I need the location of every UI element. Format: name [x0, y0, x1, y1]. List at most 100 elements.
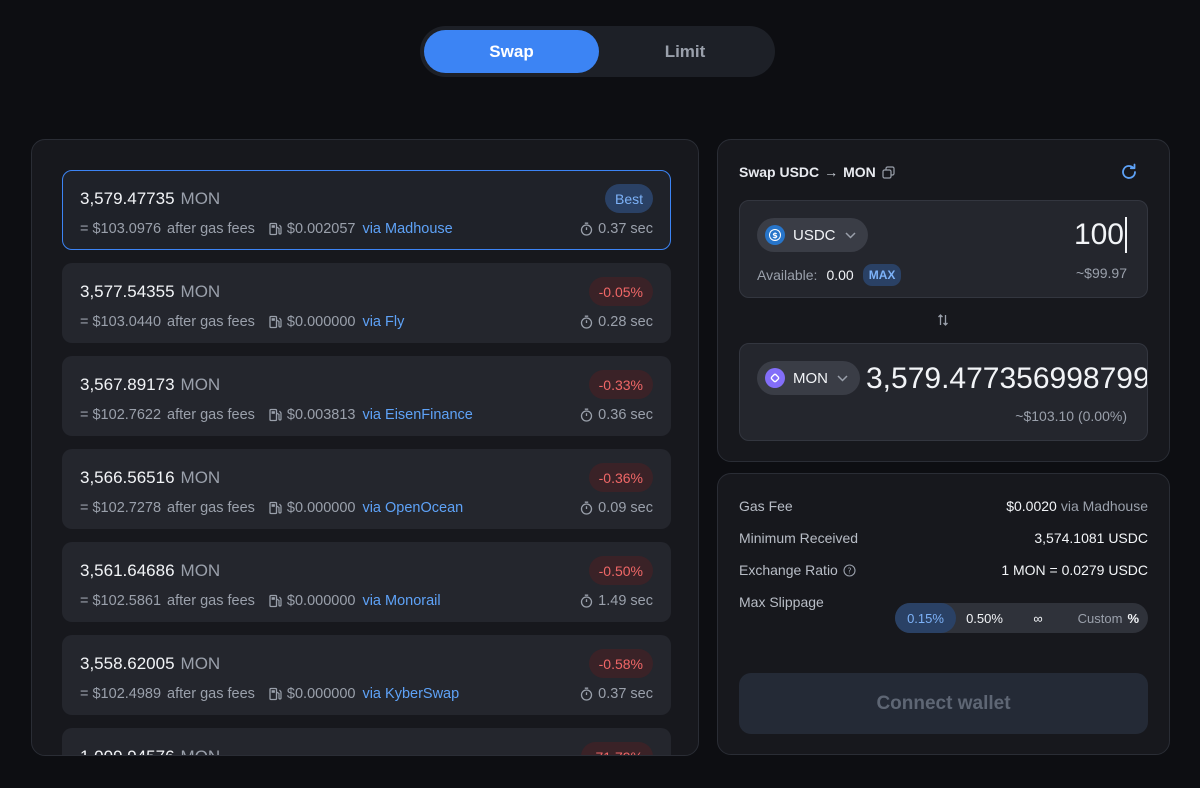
route-time: 0.36 sec — [580, 407, 653, 423]
route-badge: -71.79% — [580, 742, 653, 755]
slippage-option-0-50[interactable]: 0.50% — [956, 603, 1013, 633]
usdc-icon: $ — [765, 225, 785, 245]
route-gas-cost: $0.002057 — [269, 221, 355, 237]
route-badge: -0.05% — [588, 277, 653, 306]
min-received-label: Minimum Received — [739, 530, 859, 546]
mon-icon — [765, 368, 785, 388]
to-amount-output: 3,579.477356998799 — [866, 362, 1147, 395]
swap-title-to: MON — [843, 164, 876, 180]
slippage-option-0-15[interactable]: 0.15% — [895, 603, 956, 633]
svg-text:$: $ — [772, 231, 778, 240]
max-slippage-label: Max Slippage — [739, 594, 824, 610]
route-amount: 3,566.56516 MON — [80, 468, 221, 487]
connect-wallet-button[interactable]: Connect wallet — [739, 673, 1148, 734]
help-icon[interactable]: ? — [843, 563, 856, 577]
swap-details-panel: Gas Fee $0.0020 via Madhouse Minimum Rece… — [717, 473, 1170, 755]
route-meta: = $103.0976 after gas fees $0.002057 via… — [80, 221, 453, 237]
route-amount: 3,567.89173 MON — [80, 375, 221, 394]
to-usd-estimate: ~$103.10 (0.00%) — [1015, 408, 1127, 424]
route-provider-link[interactable]: via Fly — [362, 314, 404, 330]
route-usd-value: = $103.0976 — [80, 221, 162, 237]
route-amount: 3,558.62005 MON — [80, 654, 221, 673]
gas-fee-value: $0.0020 — [1006, 498, 1057, 514]
available-label: Available: — [757, 267, 818, 283]
route-badge: Best — [604, 184, 653, 213]
route-badge: -0.33% — [588, 370, 653, 399]
route-time: 0.28 sec — [580, 314, 653, 330]
gas-fee-row: Gas Fee $0.0020 via Madhouse — [739, 496, 1148, 516]
gas-fee-value-group: $0.0020 via Madhouse — [1006, 498, 1148, 514]
price-impact: (0.00%) — [1077, 408, 1127, 424]
stopwatch-icon — [581, 222, 593, 236]
slippage-percent-symbol: % — [1127, 610, 1139, 626]
gas-fee-label: Gas Fee — [739, 498, 793, 514]
route-after-gas-label: after gas fees — [167, 314, 255, 330]
route-provider-link[interactable]: via OpenOcean — [362, 500, 463, 516]
from-token-selector[interactable]: $ USDC — [757, 218, 868, 252]
to-token-box: MON 3,579.477356998799 ~$103.10 (0.00%) — [739, 343, 1148, 441]
route-gas-cost: $0.000000 — [269, 500, 355, 516]
route-gas-cost: $0.000000 — [269, 314, 355, 330]
route-amount: 1,009.94576MON — [80, 747, 220, 755]
route-meta: = $102.7622 after gas fees $0.003813 via… — [80, 407, 473, 423]
tab-swap[interactable]: Swap — [424, 30, 599, 73]
route-quote[interactable]: 3,577.54355 MON = $103.0440 after gas fee… — [62, 263, 671, 343]
available-balance: Available: 0.00 MAX — [757, 264, 902, 286]
route-provider-link[interactable]: via Madhouse — [362, 221, 452, 237]
route-list: 3,579.47735 MON = $103.0976 after gas fee… — [62, 170, 671, 755]
route-after-gas-label: after gas fees — [167, 407, 255, 423]
route-quote[interactable]: 3,558.62005 MON = $102.4989 after gas fee… — [62, 635, 671, 715]
gas-pump-icon — [269, 315, 282, 329]
route-quote[interactable]: 3,561.64686 MON = $102.5861 after gas fee… — [62, 542, 671, 622]
routes-panel: 3,579.47735 MON = $103.0976 after gas fee… — [31, 139, 699, 756]
swap-form-panel: Swap USDC → MON $ USDC 100 Available: 0.… — [717, 139, 1170, 462]
gas-pump-icon — [269, 408, 282, 422]
gas-pump-icon — [269, 222, 282, 236]
slippage-custom-input[interactable]: Custom % — [1063, 603, 1148, 633]
route-time: 0.09 sec — [580, 500, 653, 516]
route-time: 1.49 sec — [580, 593, 653, 609]
stopwatch-icon — [581, 408, 593, 422]
refresh-icon[interactable] — [1119, 162, 1139, 187]
route-meta: = $102.4989 after gas fees $0.000000 via… — [80, 686, 459, 702]
svg-text:?: ? — [847, 566, 851, 575]
route-quote[interactable]: 3,566.56516 MON = $102.7278 after gas fee… — [62, 449, 671, 529]
min-received-value: 3,574.1081 USDC — [1034, 530, 1148, 546]
from-token-box: $ USDC 100 Available: 0.00 MAX ~$99.97 — [739, 200, 1148, 298]
route-meta: = $102.5861 after gas fees $0.000000 via… — [80, 593, 441, 609]
swap-title-from: Swap USDC — [739, 164, 820, 180]
route-after-gas-label: after gas fees — [167, 500, 255, 516]
stopwatch-icon — [581, 687, 593, 701]
tab-limit[interactable]: Limit — [599, 30, 771, 73]
slippage-option-infinite[interactable]: ∞ — [1013, 603, 1063, 633]
from-usd-estimate: ~$99.97 — [1076, 265, 1127, 281]
copy-icon[interactable] — [882, 165, 895, 179]
exchange-ratio-value: 1 MON = 0.0279 USDC — [1001, 562, 1148, 578]
route-amount: 3,577.54355 MON — [80, 282, 221, 301]
route-provider-link[interactable]: via KyberSwap — [362, 686, 459, 702]
exchange-ratio-label-group: Exchange Ratio ? — [739, 562, 856, 578]
route-quote[interactable]: 3,567.89173 MON = $102.7622 after gas fee… — [62, 356, 671, 436]
route-time: 0.37 sec — [580, 221, 653, 237]
route-time: 0.37 sec — [580, 686, 653, 702]
stopwatch-icon — [581, 594, 593, 608]
route-provider-link[interactable]: via EisenFinance — [362, 407, 472, 423]
route-usd-value: = $103.0440 — [80, 314, 162, 330]
route-meta: = $102.7278 after gas fees $0.000000 via… — [80, 500, 463, 516]
route-provider-link[interactable]: via Monorail — [362, 593, 440, 609]
route-quote[interactable]: 3,579.47735 MON = $103.0976 after gas fee… — [62, 170, 671, 250]
max-button[interactable]: MAX — [862, 264, 902, 286]
route-quote[interactable]: 1,009.94576MON -71.79% — [62, 728, 671, 755]
flip-direction-icon[interactable] — [931, 308, 955, 332]
to-token-symbol: MON — [793, 369, 828, 387]
route-gas-cost: $0.003813 — [269, 407, 355, 423]
to-token-selector[interactable]: MON — [757, 361, 860, 395]
from-amount-input[interactable]: 100 — [1074, 217, 1127, 253]
slippage-selector: 0.15% 0.50% ∞ Custom % — [895, 603, 1148, 633]
chevron-down-icon — [844, 231, 856, 239]
route-gas-cost: $0.000000 — [269, 686, 355, 702]
route-badge: -0.58% — [588, 649, 653, 678]
available-value: 0.00 — [826, 267, 854, 283]
route-badge: -0.36% — [588, 463, 653, 492]
route-after-gas-label: after gas fees — [167, 221, 255, 237]
